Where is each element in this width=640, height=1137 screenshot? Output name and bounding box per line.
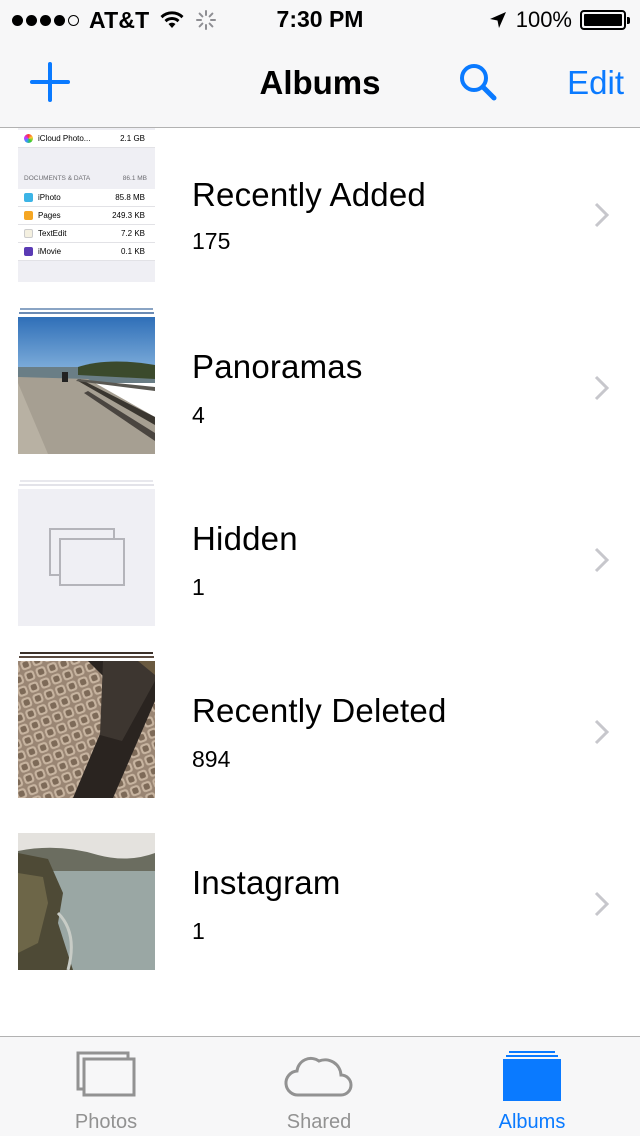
album-count: 894 [192,746,231,772]
tab-label: Albums [498,1111,566,1133]
tab-shared[interactable]: Shared [239,1037,399,1137]
battery-icon [580,10,630,30]
tab-photos[interactable]: Photos [26,1037,186,1137]
album-row-recently-deleted[interactable]: Recently Deleted 894 [0,644,640,816]
iphoto-app-icon [24,193,33,202]
album-row-recently-added[interactable]: iCloud Photo... 2.1 GB DOCUMENTS & DATA … [0,128,640,300]
search-button[interactable] [456,60,500,104]
album-row-instagram[interactable]: Instagram 1 [0,816,640,988]
album-list: iCloud Photo... 2.1 GB DOCUMENTS & DATA … [0,128,640,1036]
chevron-right-icon [594,891,610,917]
chevron-right-icon [594,547,610,573]
album-stack-edge [20,480,153,482]
album-stack-edge [19,312,154,314]
battery-percent: 100% [515,7,572,32]
texture-photo [18,661,155,798]
album-row-panoramas[interactable]: Panoramas 4 [0,300,640,472]
tab-label: Shared [286,1111,352,1133]
album-thumbnail [18,317,155,454]
album-name: Hidden [192,520,298,557]
album-thumbnail: iCloud Photo... 2.1 GB DOCUMENTS & DATA … [18,128,155,282]
pages-app-icon [24,211,33,220]
cloud-icon [284,1056,353,1097]
edit-button[interactable]: Edit [567,64,624,102]
photos-icon [76,1051,136,1097]
album-name: Recently Deleted [192,692,447,729]
tab-label: Photos [74,1111,138,1133]
album-name: Panoramas [192,348,363,385]
textedit-app-icon [24,229,33,238]
search-icon [460,64,497,101]
empty-album-placeholder [18,489,155,626]
settings-screenshot-thumbnail: iCloud Photo... 2.1 GB DOCUMENTS & DATA … [18,128,155,282]
chevron-right-icon [594,719,610,745]
album-count: 1 [192,918,205,944]
album-stack-edge [20,652,153,654]
navigation-bar: Albums Edit [0,40,640,128]
album-thumbnail [18,833,155,970]
chevron-right-icon [594,375,610,401]
album-count: 4 [192,402,205,428]
album-stack-edge [19,656,154,658]
photos-placeholder-icon [49,528,125,586]
imovie-app-icon [24,247,33,256]
tab-bar: Photos Shared Albums [0,1036,640,1136]
tab-albums[interactable]: Albums [452,1037,612,1137]
status-right: 100% [488,6,630,34]
album-thumbnail [18,489,155,626]
album-stack-edge [19,484,154,486]
album-count: 1 [192,574,205,600]
album-name: Recently Added [192,176,426,213]
pier-photo [18,317,155,454]
chevron-right-icon [594,202,610,228]
page-title: Albums [259,64,381,101]
album-thumbnail [18,661,155,798]
album-name: Instagram [192,864,341,901]
coast-photo [18,833,155,970]
albums-icon [503,1051,561,1101]
album-row-hidden[interactable]: Hidden 1 [0,472,640,644]
status-bar: AT&T 7:30 PM 100% [0,0,640,40]
photos-app-icon [24,134,33,143]
location-arrow-icon [489,12,506,28]
album-count: 175 [192,228,231,254]
album-stack-edge [20,308,153,310]
